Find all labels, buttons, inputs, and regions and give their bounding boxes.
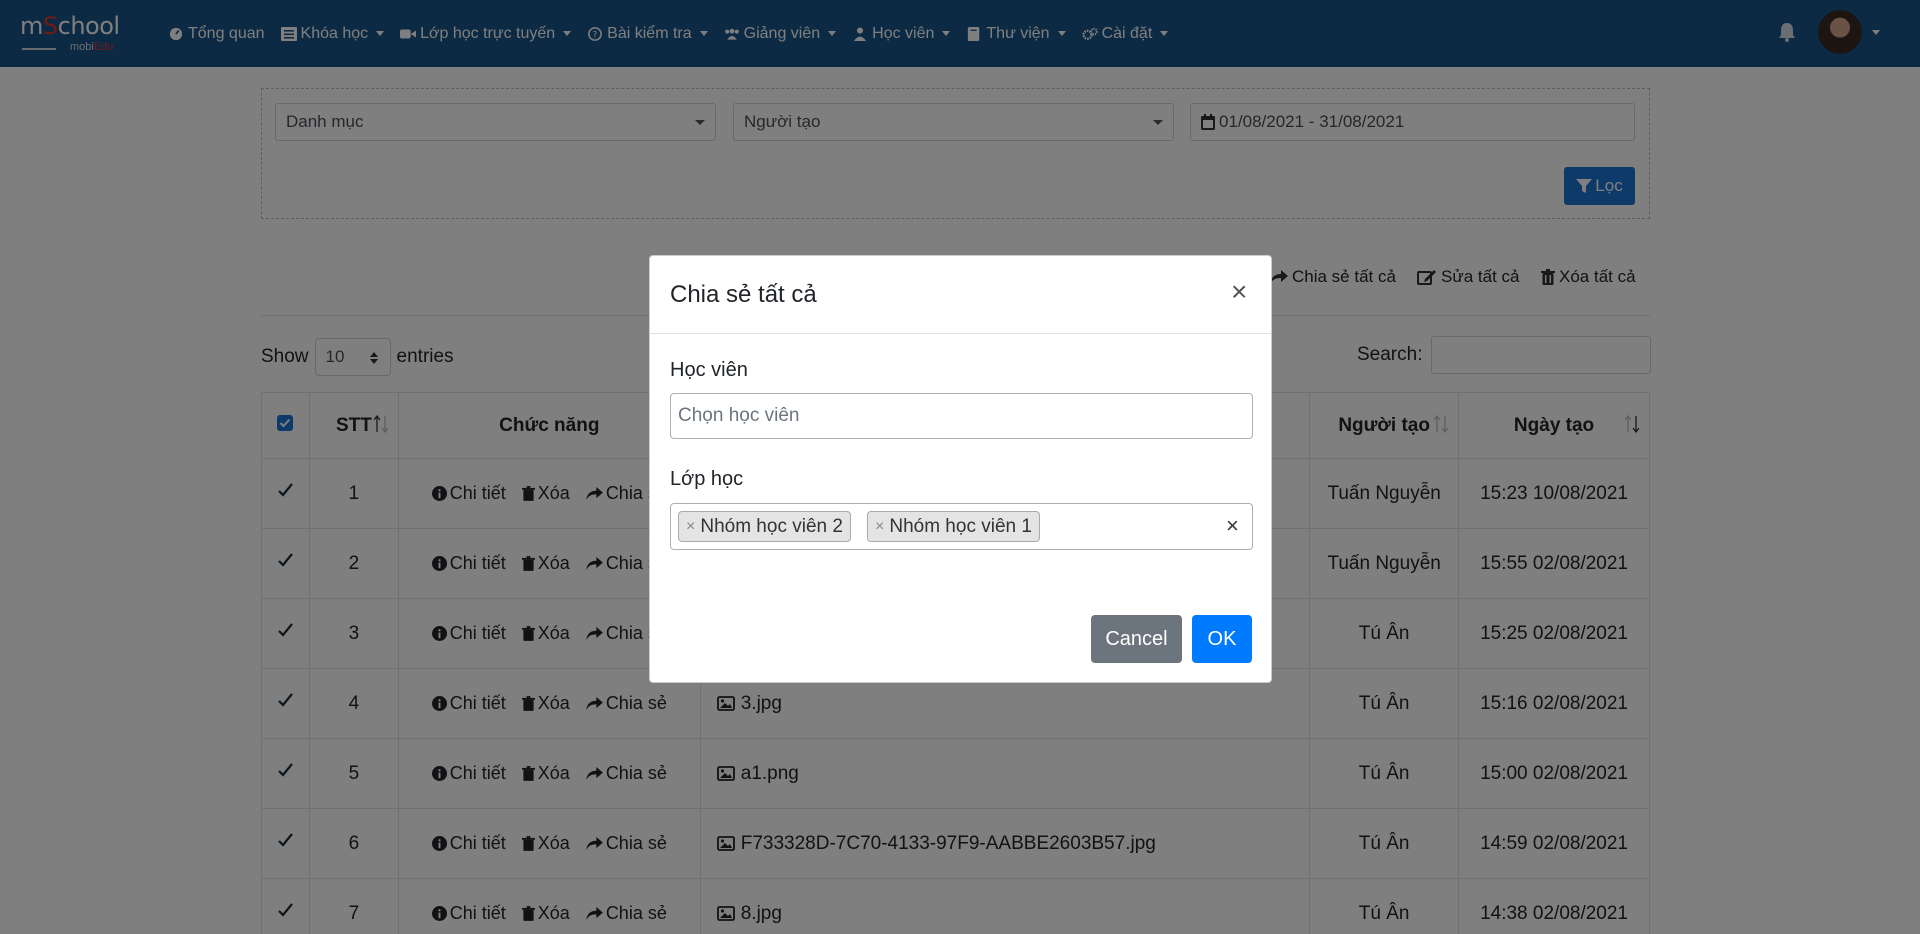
- share-all-modal: Chia sẻ tất cả × Học viên Chọn học viên …: [649, 255, 1272, 683]
- student-select-input[interactable]: Chọn học viên: [670, 393, 1253, 439]
- modal-header: Chia sẻ tất cả ×: [650, 256, 1271, 334]
- cancel-button[interactable]: Cancel: [1091, 615, 1182, 663]
- modal-title: Chia sẻ tất cả: [670, 281, 817, 308]
- class-multiselect[interactable]: × Nhóm học viên 2 × Nhóm học viên 1 ×: [670, 503, 1253, 550]
- student-placeholder: Chọn học viên: [678, 405, 800, 426]
- ok-label: OK: [1207, 627, 1237, 650]
- tag-label: Nhóm học viên 2: [700, 515, 843, 537]
- class-label: Lớp học: [670, 468, 744, 490]
- cancel-label: Cancel: [1105, 627, 1168, 650]
- ok-button[interactable]: OK: [1192, 615, 1252, 663]
- remove-tag-icon[interactable]: ×: [875, 518, 884, 536]
- selected-class-tag: × Nhóm học viên 2: [678, 511, 851, 542]
- clear-selection-icon[interactable]: ×: [1226, 513, 1239, 539]
- remove-tag-icon[interactable]: ×: [686, 518, 695, 536]
- student-label: Học viên: [670, 359, 748, 381]
- selected-class-tag: × Nhóm học viên 1: [867, 511, 1040, 542]
- close-icon[interactable]: ×: [1231, 278, 1247, 306]
- tag-label: Nhóm học viên 1: [889, 515, 1032, 537]
